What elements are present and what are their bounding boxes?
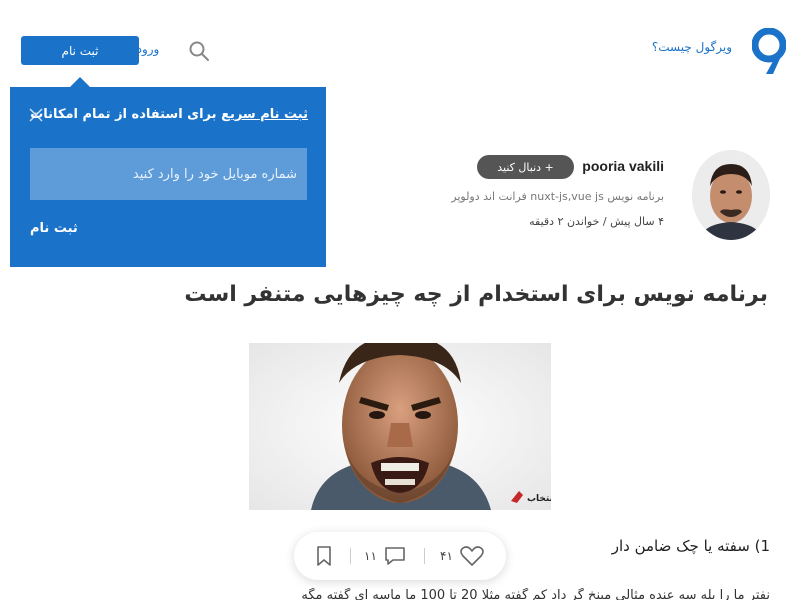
like-button[interactable]: ۴۱ [440,544,485,568]
phone-input[interactable] [30,148,307,200]
action-separator [424,548,425,564]
comment-icon [385,547,405,565]
author-name[interactable]: pooria vakili [582,158,664,174]
post-title: برنامه نویس برای استخدام از چه چیزهایی م… [184,282,768,307]
post-action-bar: ۱۱ ۴۱ [294,532,506,580]
what-is-virgool-link[interactable]: ویرگول چیست؟ [652,40,732,54]
action-separator [350,548,351,564]
author-avatar[interactable] [692,150,770,240]
image-watermark: انتخاب [527,494,551,504]
popup-title-emphasis: ثبت نام سریع [221,107,308,122]
comments-count: ۱۱ [364,549,377,563]
quick-signup-popup: ثبت نام سریع برای استفاده از تمام امکانا… [10,87,326,267]
post-hero-image: انتخاب [249,343,551,510]
signup-button[interactable]: ثبت نام [21,36,139,65]
article-body-text: نفتر ما را بله سه عنده مثالی مینخ گر داد… [301,588,770,600]
comments-button[interactable]: ۱۱ [364,544,407,568]
popup-title: ثبت نام سریع برای استفاده از تمام امکانا… [30,107,308,122]
section-heading: 1) سفته یا چک ضامن دار [611,537,770,555]
likes-count: ۴۱ [440,549,453,563]
follow-button[interactable]: + دنبال کنید [477,155,574,179]
popup-caret [70,77,90,87]
popup-signup-button[interactable]: ثبت نام [30,221,78,236]
post-meta: ۴ سال پیش / خواندن ۲ دقیقه [529,215,664,228]
author-bio: برنامه نویس nuxt-js,vue js فرانت اند دول… [451,190,664,203]
virgool-logo[interactable] [752,28,786,76]
popup-title-rest: برای استفاده از تمام امکانات [30,107,222,122]
bookmark-icon[interactable] [314,544,334,568]
heart-icon [460,546,484,566]
search-icon[interactable] [188,40,210,62]
